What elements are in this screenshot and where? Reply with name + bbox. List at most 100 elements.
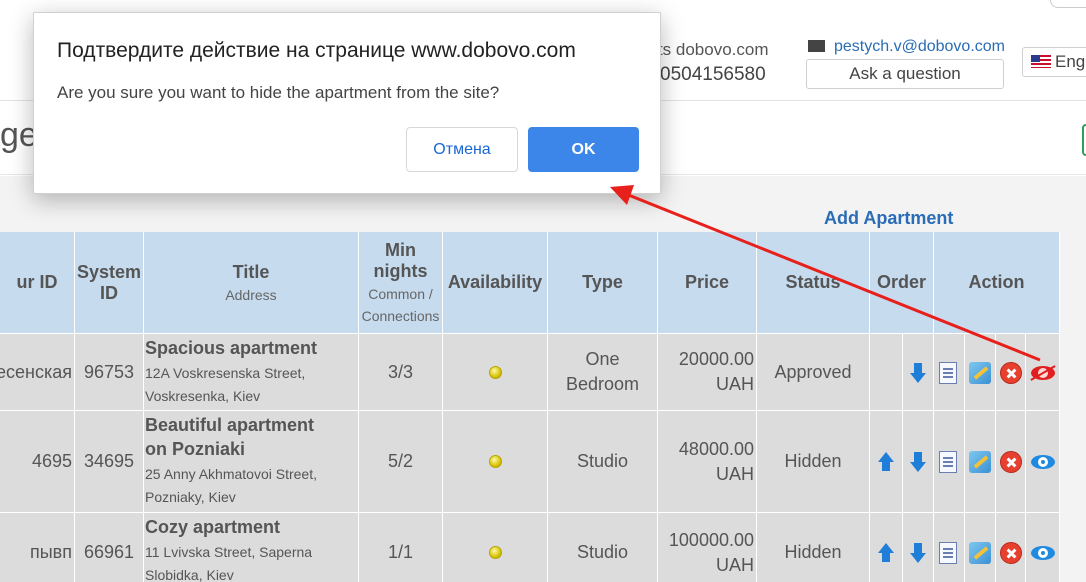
cell-min-nights: 1/1 bbox=[359, 513, 443, 582]
language-label: Eng bbox=[1055, 52, 1086, 71]
cell-title: Beautiful apartment on Pozniaki 25 Anny … bbox=[144, 411, 359, 512]
col-your-id-label: ur ID bbox=[16, 272, 58, 292]
edit-icon[interactable] bbox=[969, 542, 991, 564]
green-button-edge[interactable] bbox=[1082, 124, 1086, 156]
col-order: Order bbox=[870, 232, 934, 333]
arrow-up-icon[interactable] bbox=[875, 542, 897, 564]
add-apartment-link[interactable]: Add Apartment bbox=[824, 208, 953, 229]
price-amount: 48000.00 bbox=[678, 438, 754, 459]
cell-order-up bbox=[870, 411, 903, 512]
availability-indicator-icon[interactable] bbox=[488, 546, 502, 559]
arrow-down-icon[interactable] bbox=[907, 451, 929, 473]
cell-order-down bbox=[903, 334, 934, 410]
apartment-address-line-1: 25 Anny Akhmatovoi Street, bbox=[145, 466, 317, 482]
arrow-up-icon[interactable] bbox=[875, 451, 897, 473]
confirm-dialog: Подтвердите действие на странице www.dob… bbox=[33, 12, 661, 194]
arrow-down-icon[interactable] bbox=[907, 542, 929, 564]
dialog-title: Подтвердите действие на странице www.dob… bbox=[57, 39, 576, 62]
col-price: Price bbox=[658, 232, 757, 333]
document-icon[interactable] bbox=[939, 542, 957, 564]
cell-title: Spacious apartment 12A Voskresenska Stre… bbox=[144, 334, 359, 410]
col-min-nights-label-1: Min bbox=[385, 240, 416, 260]
cell-status: Hidden bbox=[757, 513, 870, 582]
col-min-nights-sub-2: Connections bbox=[361, 308, 440, 324]
availability-indicator-icon[interactable] bbox=[488, 365, 502, 379]
cell-system-id: 96753 bbox=[75, 334, 144, 410]
type-line-2: Bedroom bbox=[565, 374, 640, 394]
cancel-button[interactable]: Отмена bbox=[406, 127, 518, 172]
col-min-nights-label-2: nights bbox=[373, 261, 428, 281]
email-text[interactable]: pestych.v@dobovo.com bbox=[834, 38, 1005, 55]
table-header: ur ID System ID Title Address Min nights Com… bbox=[0, 232, 1060, 333]
cell-action-edit bbox=[965, 334, 996, 410]
col-action: Action bbox=[934, 232, 1060, 333]
delete-icon[interactable] bbox=[1000, 362, 1022, 384]
cell-type: One Bedroom bbox=[548, 334, 658, 410]
col-title: Title Address bbox=[144, 232, 359, 333]
eye-hide-icon[interactable] bbox=[1031, 366, 1055, 380]
apartment-title-line-2[interactable]: on Pozniaki bbox=[145, 437, 245, 461]
edit-icon[interactable] bbox=[969, 362, 991, 384]
cell-your-id: пывп bbox=[0, 513, 75, 582]
col-title-label: Title bbox=[232, 262, 270, 282]
col-status: Status bbox=[757, 232, 870, 333]
apartment-address-line-2: Voskresenka, Kiev bbox=[145, 388, 261, 404]
cell-action-edit bbox=[965, 411, 996, 512]
cell-availability bbox=[443, 334, 548, 410]
table-row: пывп 66961 Cozy apartment 11 Lvivska Str… bbox=[0, 512, 1060, 582]
eye-icon[interactable] bbox=[1031, 455, 1055, 469]
document-icon[interactable] bbox=[939, 451, 957, 473]
document-icon[interactable] bbox=[939, 362, 957, 384]
col-system-id-label-1: System bbox=[76, 261, 142, 282]
col-system-id-label-2: ID bbox=[100, 282, 118, 303]
phone-number: 0504156580 bbox=[660, 64, 766, 85]
cell-price: 20000.00 UAH bbox=[658, 334, 757, 410]
cell-title: Cozy apartment 11 Lvivska Street, Sapern… bbox=[144, 513, 359, 582]
email-link[interactable]: pestych.v@dobovo.com bbox=[808, 38, 1005, 56]
delete-icon[interactable] bbox=[1000, 451, 1022, 473]
col-min-nights: Min nights Common / Connections bbox=[359, 232, 443, 333]
cell-type: Studio bbox=[548, 411, 658, 512]
delete-icon[interactable] bbox=[1000, 542, 1022, 564]
cell-action-show bbox=[1026, 411, 1060, 512]
eye-icon[interactable] bbox=[1031, 546, 1055, 560]
cell-order-down bbox=[903, 411, 934, 512]
availability-indicator-icon[interactable] bbox=[488, 455, 502, 468]
cell-action-view bbox=[934, 334, 965, 410]
cell-min-nights: 3/3 bbox=[359, 334, 443, 410]
ask-question-button[interactable]: Ask a question bbox=[806, 59, 1004, 89]
col-your-id: ur ID bbox=[0, 232, 75, 333]
apartment-title[interactable]: Spacious apartment bbox=[145, 336, 317, 360]
price-currency: UAH bbox=[715, 463, 754, 484]
col-type-label: Type bbox=[582, 272, 623, 292]
ok-button[interactable]: OK bbox=[528, 127, 639, 172]
dialog-message: Are you sure you want to hide the apartm… bbox=[57, 83, 500, 102]
type-line-1: One bbox=[585, 349, 620, 369]
cell-order-up bbox=[870, 513, 903, 582]
cell-action-hide bbox=[1026, 334, 1060, 410]
cell-system-id: 66961 bbox=[75, 513, 144, 582]
cell-action-edit bbox=[965, 513, 996, 582]
apartment-address-line-1: 12A Voskresenska Street, bbox=[145, 365, 306, 381]
language-selector[interactable]: Eng bbox=[1022, 47, 1086, 77]
apartment-address-line-2: Slobidka, Kiev bbox=[145, 567, 234, 582]
col-availability-label: Availability bbox=[447, 272, 543, 292]
cell-price: 48000.00 UAH bbox=[658, 411, 757, 512]
col-order-label: Order bbox=[876, 272, 927, 292]
cell-status: Hidden bbox=[757, 411, 870, 512]
cell-system-id: 34695 bbox=[75, 411, 144, 512]
apartment-address-line-1: 11 Lvivska Street, Saperna bbox=[145, 544, 313, 560]
cell-status: Approved bbox=[757, 334, 870, 410]
arrow-down-icon[interactable] bbox=[907, 362, 929, 384]
price-amount: 20000.00 bbox=[678, 349, 754, 369]
table-row: есенская 96753 Spacious apartment 12A Vo… bbox=[0, 333, 1060, 410]
cell-type: Studio bbox=[548, 513, 658, 582]
col-availability: Availability bbox=[443, 232, 548, 333]
price-currency: UAH bbox=[715, 374, 754, 394]
edit-icon[interactable] bbox=[969, 451, 991, 473]
apartment-title[interactable]: Cozy apartment bbox=[145, 515, 280, 539]
apartment-title-line-1[interactable]: Beautiful apartment bbox=[145, 413, 314, 437]
window-corner bbox=[1050, 0, 1086, 8]
col-type: Type bbox=[548, 232, 658, 333]
cell-action-delete bbox=[996, 513, 1026, 582]
